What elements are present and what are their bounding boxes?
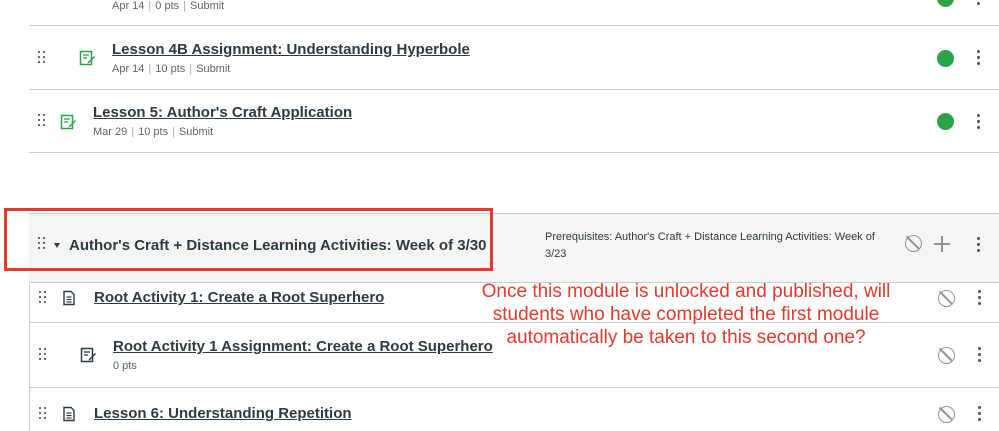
module-item[interactable]: Apr 14 | 0 pts | Submit: [29, 0, 999, 26]
annotation-text: Once this module is unlocked and publish…: [481, 281, 891, 348]
drag-handle-icon[interactable]: [38, 0, 46, 2]
kebab-menu-icon[interactable]: [976, 50, 980, 66]
highlight-box: [4, 208, 493, 271]
completed-check-icon: [937, 50, 954, 67]
unpublished-icon[interactable]: [905, 235, 922, 252]
module-item[interactable]: Lesson 6: Understanding Repetition: [29, 388, 999, 431]
kebab-menu-icon[interactable]: [977, 347, 981, 363]
assignment-icon: [60, 114, 76, 130]
unpublished-icon[interactable]: [938, 347, 955, 364]
kebab-menu-icon[interactable]: [977, 290, 981, 306]
module-prerequisites: Prerequisites: Author's Craft + Distance…: [545, 231, 875, 260]
drag-handle-icon[interactable]: [38, 114, 46, 128]
completed-check-icon: [937, 113, 954, 130]
page-icon: [63, 406, 75, 422]
drag-handle-icon[interactable]: [39, 291, 47, 305]
drag-handle-icon[interactable]: [39, 407, 47, 421]
kebab-menu-icon[interactable]: [977, 406, 981, 422]
item-title-link[interactable]: Lesson 4B Assignment: Understanding Hype…: [112, 41, 470, 58]
kebab-menu-icon[interactable]: [976, 114, 980, 130]
assignment-icon: [79, 50, 95, 66]
item-title-link[interactable]: Lesson 5: Author's Craft Application: [93, 104, 352, 121]
add-item-icon[interactable]: [934, 236, 950, 252]
kebab-menu-icon[interactable]: [976, 0, 980, 6]
completed-check-icon: [937, 0, 954, 7]
item-title-link[interactable]: Lesson 6: Understanding Repetition: [94, 405, 352, 422]
module-item[interactable]: Lesson 5: Author's Craft Application Mar…: [29, 90, 999, 153]
item-meta: Apr 14 | 10 pts | Submit: [112, 63, 231, 75]
item-meta: Mar 29 | 10 pts | Submit: [93, 126, 214, 138]
item-meta: 0 pts: [113, 360, 137, 372]
module-completed: Apr 14 | 0 pts | Submit Lesson 4B Assignment…: [29, 0, 999, 153]
page-icon: [63, 290, 75, 306]
item-title-link[interactable]: Root Activity 1 Assignment: Create a Roo…: [113, 338, 493, 355]
assignment-icon: [80, 347, 96, 363]
kebab-menu-icon[interactable]: [976, 237, 980, 253]
drag-handle-icon[interactable]: [39, 348, 47, 362]
item-meta: Apr 14 | 0 pts | Submit: [112, 0, 225, 12]
drag-handle-icon[interactable]: [38, 51, 46, 65]
module-item[interactable]: Lesson 4B Assignment: Understanding Hype…: [29, 26, 999, 90]
item-title-link[interactable]: Root Activity 1: Create a Root Superhero: [94, 289, 384, 306]
unpublished-icon[interactable]: [938, 406, 955, 423]
unpublished-icon[interactable]: [938, 290, 955, 307]
